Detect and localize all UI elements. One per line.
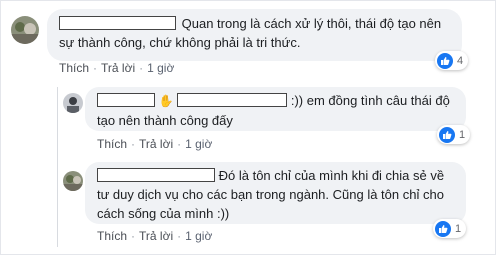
timestamp[interactable]: 1 giờ — [185, 229, 212, 243]
reaction-count: 4 — [457, 54, 464, 67]
comment-bubble: Đó là tôn chỉ của mình khi đi chia sẻ về… — [85, 162, 466, 224]
timestamp[interactable]: 1 giờ — [185, 137, 212, 151]
like-thumbs-up-icon — [439, 126, 455, 143]
like-link[interactable]: Thích — [97, 137, 127, 151]
redacted-author-name[interactable] — [97, 93, 155, 107]
comment-text-line-2: tạo nên thành công đấy — [97, 113, 233, 128]
redacted-author-name[interactable] — [59, 16, 176, 30]
comment-text-line-1: Đó là tôn chỉ của mình khi đi chia sẻ về — [218, 168, 445, 183]
comment-actions: Thích · Trả lời · 1 giờ — [59, 61, 174, 75]
comments-panel: Quan trong là cách xử lý thôi, thái độ t… — [0, 0, 496, 255]
like-link[interactable]: Thích — [59, 61, 89, 75]
separator-dot: · — [131, 229, 136, 243]
comment-text-line-2: tư duy dịch vụ cho các bạn trong ngành. … — [97, 187, 444, 202]
reaction-summary[interactable]: 4 — [435, 51, 469, 70]
avatar[interactable] — [63, 171, 83, 191]
reaction-summary[interactable]: 1 — [437, 125, 471, 144]
comment-bubble: ✋ :)) em đồng tình câu thái độ tạo nên t… — [85, 87, 466, 131]
comment-text-line-1: :)) em đồng tình câu thái độ — [290, 93, 450, 108]
redacted-mention[interactable] — [177, 93, 288, 107]
timestamp[interactable]: 1 giờ — [147, 61, 174, 75]
separator-dot: · — [177, 137, 182, 151]
separator-dot: · — [139, 61, 144, 75]
redacted-author-name[interactable] — [97, 168, 215, 182]
reply-link[interactable]: Trả lời — [101, 61, 135, 75]
separator-dot: · — [177, 229, 182, 243]
separator-dot: · — [131, 137, 136, 151]
comment-text-line-1: Quan trong là cách xử lý thôi, thái độ t… — [181, 16, 442, 31]
reply-link[interactable]: Trả lời — [139, 137, 173, 151]
avatar[interactable] — [63, 93, 83, 113]
comment-bubble: Quan trong là cách xử lý thôi, thái độ t… — [47, 9, 462, 61]
like-thumbs-up-icon — [435, 220, 451, 237]
comment-actions: Thích · Trả lời · 1 giờ — [97, 137, 212, 151]
reaction-summary[interactable]: 1 — [433, 219, 467, 238]
hand-icon: ✋ — [158, 94, 174, 108]
comment-text-line-2: sự thành công, chứ không phải là tri thứ… — [59, 35, 301, 50]
separator-dot: · — [93, 61, 98, 75]
avatar[interactable] — [11, 16, 39, 44]
reply-link[interactable]: Trả lời — [139, 229, 173, 243]
reply-thread-line — [57, 87, 58, 247]
reaction-count: 1 — [455, 222, 462, 235]
reaction-count: 1 — [459, 128, 466, 141]
comment-actions: Thích · Trả lời · 1 giờ — [97, 229, 212, 243]
like-thumbs-up-icon — [437, 52, 453, 69]
like-link[interactable]: Thích — [97, 229, 127, 243]
comment-text-line-3: cách sống của mình :)) — [97, 206, 230, 221]
